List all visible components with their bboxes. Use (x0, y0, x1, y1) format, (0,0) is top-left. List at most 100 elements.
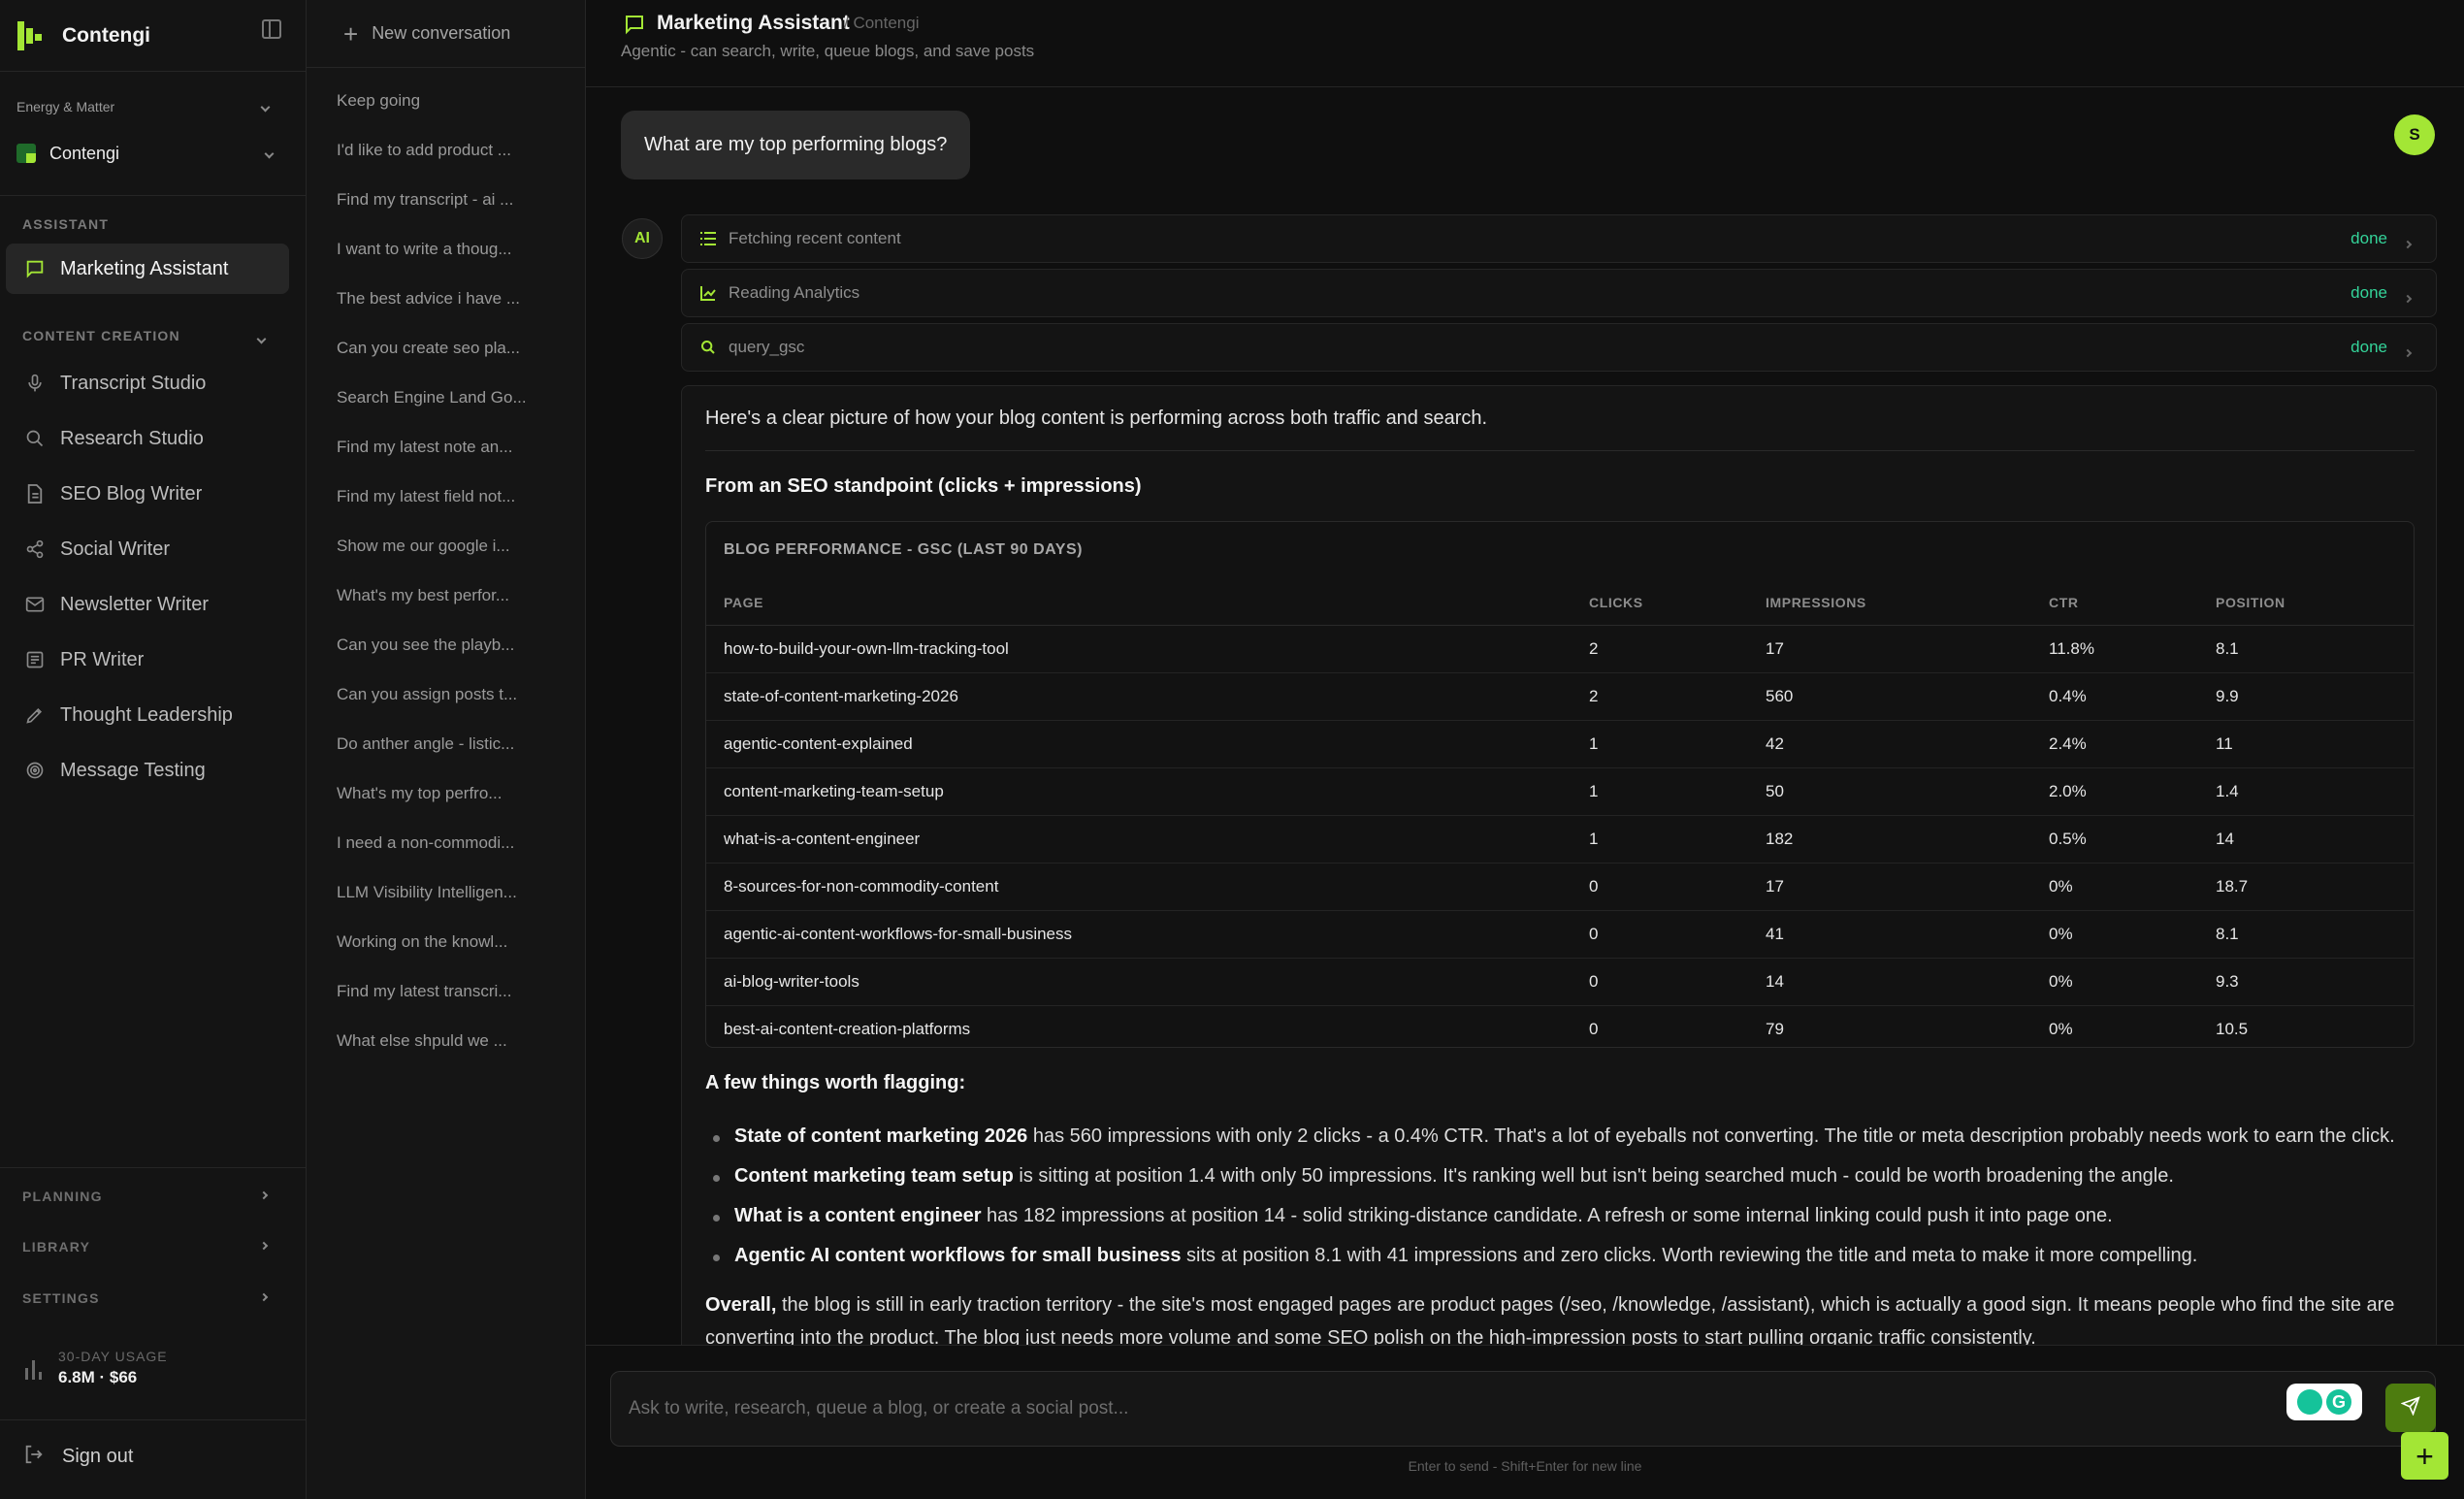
list-item-lead: Content marketing team setup (734, 1165, 1014, 1187)
cell-impressions: 560 (1766, 687, 1794, 705)
sign-out-button[interactable]: Sign out (23, 1444, 133, 1470)
sidebar-item-marketing-assistant[interactable]: Marketing Assistant (6, 244, 289, 294)
conversation-item[interactable]: The best advice i have ... (337, 289, 569, 309)
chat-icon (23, 257, 47, 280)
grammarly-badge[interactable]: G (2286, 1384, 2362, 1420)
column-header-clicks: CLICKS (1589, 595, 1643, 610)
sidebar-item-label: Marketing Assistant (60, 257, 229, 279)
table-row: content-marketing-team-setup 1 50 2.0% 1.4 (706, 768, 2414, 816)
table-row: how-to-build-your-own-llm-tracking-tool 2… (706, 626, 2414, 673)
cell-page: ai-blog-writer-tools (724, 972, 859, 991)
conversation-list-panel: + New conversation Keep going I'd like t… (307, 0, 586, 1499)
sidebar-item-label: Message Testing (60, 759, 206, 781)
message-input[interactable] (629, 1372, 2278, 1446)
chevron-down-icon[interactable] (256, 330, 267, 347)
tool-call-reading-analytics[interactable]: Reading Analytics done (681, 269, 2437, 317)
conversation-item[interactable]: I'd like to add product ... (337, 141, 569, 160)
conversation-item[interactable]: Search Engine Land Go... (337, 388, 569, 407)
conversation-item[interactable]: I need a non-commodi... (337, 833, 569, 853)
section-settings[interactable]: SETTINGS (22, 1290, 275, 1306)
table-row: what-is-a-content-engineer 1 182 0.5% 14 (706, 816, 2414, 864)
conversation-item[interactable]: What else shpuld we ... (337, 1031, 569, 1051)
sidebar-item-label: Social Writer (60, 538, 170, 560)
grammarly-icon: G (2326, 1389, 2351, 1415)
table-row: agentic-ai-content-workflows-for-small-b… (706, 911, 2414, 959)
mail-icon (23, 593, 47, 616)
conversation-item[interactable]: I want to write a thoug... (337, 240, 569, 259)
sidebar-item-research-studio[interactable]: Research Studio (6, 416, 289, 461)
list-item: What is a content engineer has 182 impre… (705, 1205, 2432, 1227)
sidebar-item-seo-blog-writer[interactable]: SEO Blog Writer (6, 472, 289, 516)
status-badge: done (2351, 283, 2387, 302)
cell-impressions: 17 (1766, 877, 1784, 896)
list-item-lead: What is a content engineer (734, 1205, 982, 1226)
new-conversation-label: New conversation (372, 23, 511, 43)
sidebar: Contengi Energy & Matter Contengi ASSIST… (0, 0, 307, 1499)
list-item-lead: State of content marketing 2026 (734, 1125, 1028, 1147)
ai-avatar: AI (622, 218, 663, 259)
add-button[interactable]: + (2401, 1432, 2448, 1480)
tool-call-query-gsc[interactable]: query_gsc done (681, 323, 2437, 372)
section-label: LIBRARY (22, 1239, 91, 1255)
conversation-item[interactable]: Keep going (337, 91, 569, 111)
plus-icon: + (343, 18, 359, 49)
divider (0, 195, 307, 196)
section-library[interactable]: LIBRARY (22, 1239, 275, 1255)
sidebar-item-label: Thought Leadership (60, 703, 233, 726)
workspace-selector[interactable]: Contengi (16, 139, 288, 168)
conversation-item[interactable]: LLM Visibility Intelligen... (337, 883, 569, 902)
send-icon (2400, 1395, 2420, 1420)
section-label-content-creation: CONTENT CREATION (22, 328, 180, 343)
sidebar-item-thought-leadership[interactable]: Thought Leadership (6, 693, 289, 737)
conversation-item[interactable]: Can you see the playb... (337, 635, 569, 655)
main-chat-area: Marketing Assistant / Contengi Agentic -… (586, 0, 2464, 1499)
send-button[interactable] (2385, 1384, 2436, 1432)
column-header-ctr: CTR (2049, 595, 2079, 610)
conversation-item[interactable]: Show me our google i... (337, 537, 569, 556)
list-item-text: sits at position 8.1 with 41 impressions… (1181, 1245, 2198, 1266)
collapse-sidebar-icon[interactable] (262, 19, 281, 39)
cell-clicks: 1 (1589, 782, 1599, 800)
cell-clicks: 0 (1589, 972, 1599, 991)
list-icon (699, 230, 717, 247)
conversation-item[interactable]: Find my transcript - ai ... (337, 190, 569, 210)
sidebar-item-social-writer[interactable]: Social Writer (6, 527, 289, 571)
chevron-down-icon[interactable] (260, 98, 271, 115)
sidebar-item-pr-writer[interactable]: PR Writer (6, 637, 289, 682)
ai-response: Here's a clear picture of how your blog … (681, 385, 2437, 1355)
conversation-item[interactable]: Find my latest note an... (337, 438, 569, 457)
divider (705, 450, 2415, 451)
tool-call-label: Fetching recent content (729, 229, 901, 247)
brand-header: Contengi (0, 0, 307, 72)
table-row: agentic-content-explained 1 42 2.4% 11 (706, 721, 2414, 768)
response-heading: A few things worth flagging: (705, 1072, 966, 1093)
conversation-item[interactable]: Find my latest field not... (337, 487, 569, 506)
conversation-item[interactable]: Working on the knowl... (337, 932, 569, 952)
section-planning[interactable]: PLANNING (22, 1189, 275, 1204)
conversation-item[interactable]: Do anther angle - listic... (337, 734, 569, 754)
conversation-item[interactable]: Can you create seo pla... (337, 339, 569, 358)
tool-call-fetching-content[interactable]: Fetching recent content done (681, 214, 2437, 263)
sidebar-item-newsletter-writer[interactable]: Newsletter Writer (6, 582, 289, 627)
new-conversation-button[interactable]: + New conversation (307, 0, 586, 68)
conversation-item[interactable]: What's my best perfor... (337, 586, 569, 605)
document-icon (23, 482, 47, 505)
cell-ctr: 11.8% (2049, 639, 2094, 658)
cell-position: 1.4 (2216, 782, 2239, 800)
status-badge: done (2351, 338, 2387, 356)
newspaper-icon (23, 648, 47, 671)
sidebar-item-transcript-studio[interactable]: Transcript Studio (6, 361, 289, 406)
sidebar-item-message-testing[interactable]: Message Testing (6, 748, 289, 793)
user-message: What are my top performing blogs? (621, 111, 971, 179)
conversation-item[interactable]: Find my latest transcri... (337, 982, 569, 1001)
cell-ctr: 2.4% (2049, 734, 2087, 753)
divider (0, 1419, 307, 1420)
conversation-item[interactable]: What's my top perfro... (337, 784, 569, 803)
cell-position: 8.1 (2216, 639, 2239, 658)
list-item-text: has 560 impressions with only 2 clicks -… (1027, 1125, 2395, 1147)
chevron-right-icon (259, 1190, 269, 1200)
conversation-item[interactable]: Can you assign posts t... (337, 685, 569, 704)
cell-ctr: 0% (2049, 972, 2073, 991)
workspace-name: Contengi (49, 143, 120, 163)
cell-clicks: 2 (1589, 687, 1599, 705)
